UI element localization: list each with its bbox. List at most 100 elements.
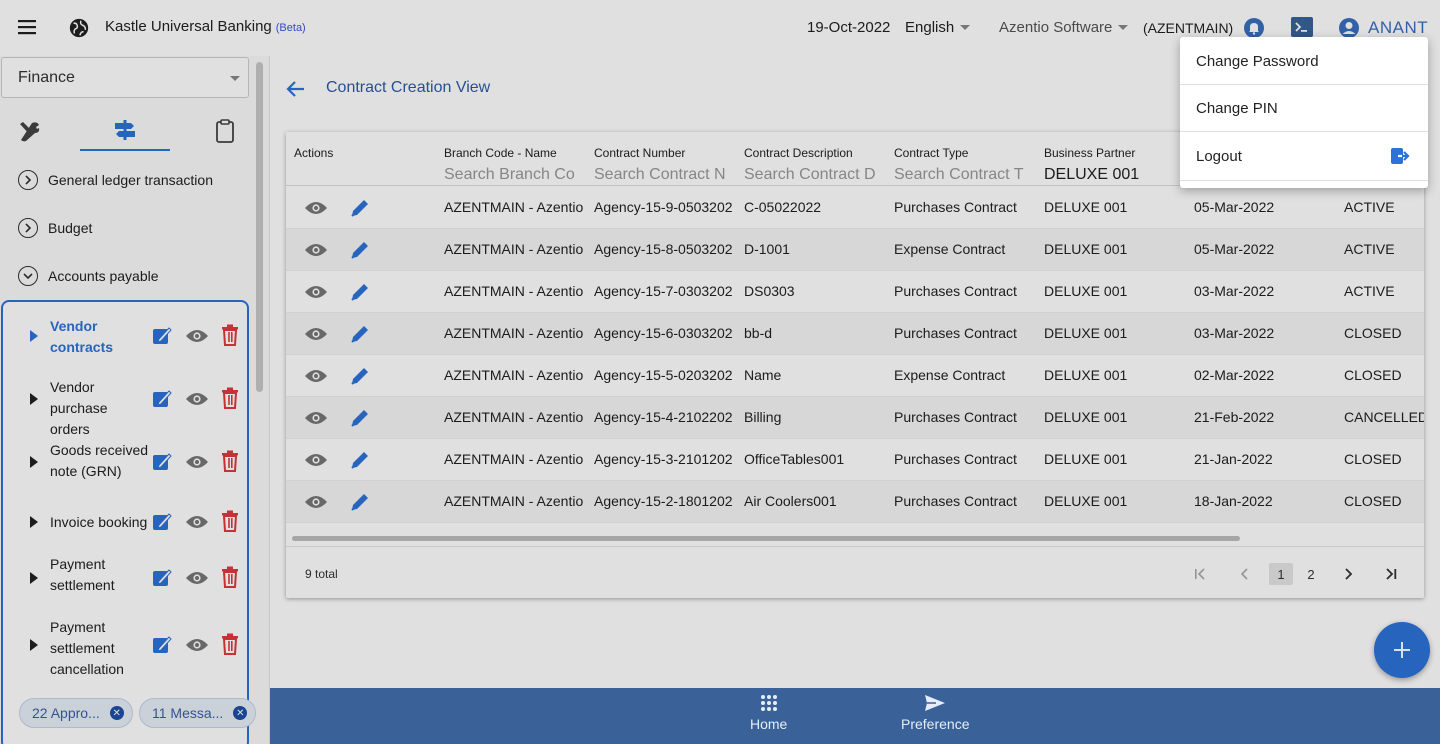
table-row[interactable]: AZENTMAIN - Azentio M Agency-15-2-1801202… [286, 481, 1424, 523]
eye-icon[interactable] [304, 326, 328, 342]
table-row[interactable]: AZENTMAIN - Azentio M Agency-15-8-0503202… [286, 229, 1424, 271]
table-row[interactable]: AZENTMAIN - Azentio M Agency-15-7-0303202… [286, 271, 1424, 313]
tab-clipboard[interactable] [195, 111, 255, 151]
search-contract-description-input[interactable]: Search Contract D [744, 166, 884, 184]
column-header-actions: Actions [294, 146, 334, 160]
table-row[interactable]: AZENTMAIN - Azentio M Agency-15-6-0303202… [286, 313, 1424, 355]
menu-budget[interactable]: Budget [18, 218, 92, 238]
add-button[interactable] [1374, 622, 1430, 678]
app-name: Kastle Universal Banking [105, 18, 272, 35]
page-1-button[interactable]: 1 [1269, 563, 1293, 585]
trash-icon[interactable] [220, 510, 240, 532]
search-contract-number-input[interactable]: Search Contract N [594, 166, 734, 184]
first-page-icon[interactable] [1191, 563, 1209, 585]
change-password-item[interactable]: Change Password [1180, 37, 1428, 85]
column-header-contract-number[interactable]: Contract Number [594, 146, 685, 160]
tab-directions[interactable] [80, 111, 170, 151]
cell-status: CLOSED [1344, 451, 1402, 467]
cell-business-partner: DELUXE 001 [1044, 325, 1128, 341]
back-arrow-icon[interactable] [286, 80, 306, 98]
column-header-contract-description[interactable]: Contract Description [744, 146, 853, 160]
eye-icon[interactable] [185, 454, 209, 470]
nav-home-label: Home [750, 716, 788, 732]
nav-preference[interactable]: Preference [901, 694, 969, 732]
messages-chip[interactable]: 11 Messa... ✕ [139, 698, 257, 728]
pencil-icon[interactable] [349, 239, 371, 261]
search-branch-input[interactable]: Search Branch Co [444, 166, 584, 184]
prev-page-icon[interactable] [1236, 563, 1254, 585]
table-row[interactable]: AZENTMAIN - Azentio M Agency-15-5-0203202… [286, 355, 1424, 397]
menu-icon[interactable] [16, 18, 40, 38]
bell-icon[interactable] [1244, 17, 1264, 39]
sub-item-vendor-purchase-orders[interactable]: Vendor purchase orders [3, 377, 247, 437]
trash-icon[interactable] [220, 566, 240, 588]
trash-icon[interactable] [220, 387, 240, 409]
table-row[interactable]: AZENTMAIN - Azentio M Agency-15-3-2101202… [286, 439, 1424, 481]
last-page-icon[interactable] [1382, 563, 1400, 585]
pencil-icon[interactable] [349, 197, 371, 219]
module-select[interactable]: Finance [1, 57, 249, 98]
user-name[interactable]: ANANT [1368, 18, 1428, 38]
trash-icon[interactable] [220, 450, 240, 472]
cell-contract-number: Agency-15-9-0503202 [594, 199, 733, 215]
tab-tools[interactable] [0, 111, 60, 151]
pencil-icon[interactable] [349, 365, 371, 387]
sub-item-payment-settlement[interactable]: Payment settlement [3, 552, 247, 608]
menu-general-ledger[interactable]: General ledger transaction [18, 170, 213, 190]
search-business-partner-input[interactable]: DELUXE 001 [1044, 166, 1184, 184]
menu-accounts-payable[interactable]: Accounts payable [18, 266, 159, 286]
column-header-business-partner[interactable]: Business Partner [1044, 146, 1135, 160]
search-contract-type-input[interactable]: Search Contract T [894, 166, 1034, 184]
pencil-icon[interactable] [349, 323, 371, 345]
eye-icon[interactable] [304, 494, 328, 510]
eye-icon[interactable] [304, 368, 328, 384]
edit-icon[interactable] [151, 451, 173, 473]
table-row[interactable]: AZENTMAIN - Azentio M Agency-15-4-2102202… [286, 397, 1424, 439]
approvals-chip[interactable]: 22 Appro... ✕ [19, 698, 133, 728]
terminal-icon[interactable] [1290, 16, 1314, 38]
sub-item-invoice-booking[interactable]: Invoice booking [3, 502, 247, 542]
eye-icon[interactable] [304, 284, 328, 300]
sidebar-scrollbar[interactable] [256, 62, 263, 392]
trash-icon[interactable] [220, 633, 240, 655]
page-2-button[interactable]: 2 [1302, 563, 1320, 585]
eye-icon[interactable] [185, 328, 209, 344]
edit-icon[interactable] [151, 634, 173, 656]
pencil-icon[interactable] [349, 491, 371, 513]
edit-icon[interactable] [151, 325, 173, 347]
table-row[interactable]: AZENTMAIN - Azentio M Agency-15-9-0503202… [286, 187, 1424, 229]
pencil-icon[interactable] [349, 281, 371, 303]
user-icon[interactable] [1338, 17, 1360, 39]
language-select[interactable]: English [905, 19, 971, 36]
company-select[interactable]: Azentio Software [999, 19, 1129, 36]
sub-item-goods-received-note[interactable]: Goods received note (GRN) [3, 440, 247, 496]
eye-icon[interactable] [185, 391, 209, 407]
eye-icon[interactable] [304, 452, 328, 468]
change-pin-item[interactable]: Change PIN [1180, 84, 1428, 132]
close-icon[interactable]: ✕ [233, 706, 248, 720]
logout-item[interactable]: Logout [1180, 132, 1428, 180]
eye-icon[interactable] [304, 200, 328, 216]
pencil-icon[interactable] [349, 449, 371, 471]
pencil-icon[interactable] [349, 407, 371, 429]
eye-icon[interactable] [304, 410, 328, 426]
eye-icon[interactable] [185, 514, 209, 530]
sub-item-payment-settlement-cancellation[interactable]: Payment settlement cancellation [3, 615, 247, 685]
column-header-branch[interactable]: Branch Code - Name [444, 146, 557, 160]
eye-icon[interactable] [185, 637, 209, 653]
cell-contract-description: Name [744, 367, 782, 383]
edit-icon[interactable] [151, 388, 173, 410]
close-icon[interactable]: ✕ [109, 706, 124, 720]
edit-icon[interactable] [151, 567, 173, 589]
next-page-icon[interactable] [1339, 563, 1357, 585]
logout-icon [1390, 146, 1410, 166]
eye-icon[interactable] [185, 570, 209, 586]
horizontal-scrollbar[interactable] [292, 536, 1240, 541]
sub-item-vendor-contracts[interactable]: Vendor contracts [3, 314, 247, 370]
trash-icon[interactable] [220, 324, 240, 346]
column-header-contract-type[interactable]: Contract Type [894, 146, 968, 160]
eye-icon[interactable] [304, 242, 328, 258]
page-title: Contract Creation View [326, 79, 491, 96]
edit-icon[interactable] [151, 511, 173, 533]
nav-home[interactable]: Home [750, 694, 787, 732]
